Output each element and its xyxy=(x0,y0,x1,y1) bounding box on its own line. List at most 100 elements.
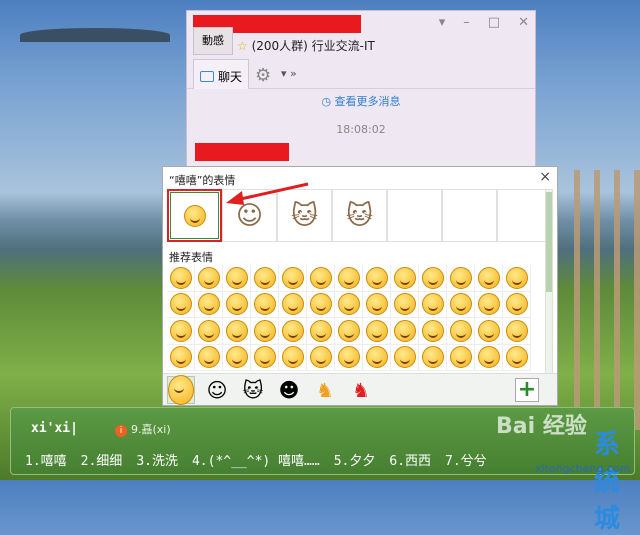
emoji-cell[interactable] xyxy=(419,344,447,371)
emoji-cell[interactable] xyxy=(475,291,503,318)
emoji-cell[interactable] xyxy=(447,291,475,318)
candidate[interactable]: 1.嘻嘻 xyxy=(25,450,67,469)
window-controls: ▾ – □ ✕ xyxy=(439,15,529,30)
emoji-cell[interactable] xyxy=(279,291,307,318)
emoji-cat-2[interactable]: 🐱 xyxy=(332,189,387,242)
emoji-face-icon xyxy=(281,266,304,289)
emoji-cell[interactable] xyxy=(447,344,475,371)
cat-icon: 🐱 xyxy=(242,377,264,402)
emoji-face-icon xyxy=(337,293,360,316)
site-url-watermark: xitongcheng.com xyxy=(535,462,631,475)
emoji-cell[interactable] xyxy=(335,291,363,318)
smile-face-icon xyxy=(168,374,194,405)
emoji-face-icon xyxy=(477,293,500,316)
emoji-cell[interactable] xyxy=(279,265,307,292)
emoji-cell[interactable] xyxy=(503,265,531,292)
emoji-cell[interactable] xyxy=(335,265,363,292)
emoji-cell[interactable] xyxy=(279,344,307,371)
emoji-cell[interactable] xyxy=(503,291,531,318)
emoji-cell[interactable] xyxy=(419,291,447,318)
emoji-cell[interactable] xyxy=(195,291,223,318)
emoji-cell[interactable] xyxy=(251,265,279,292)
emoji-face-icon xyxy=(449,319,472,342)
category-default[interactable] xyxy=(167,374,195,405)
emoji-face-icon xyxy=(337,346,360,369)
candidate[interactable]: 4.(*^__^*) 嘻嘻…… xyxy=(192,450,320,469)
category-rage[interactable]: ☻ xyxy=(275,376,303,404)
emoji-cell[interactable] xyxy=(363,265,391,292)
emoji-cell[interactable] xyxy=(307,291,335,318)
emoji-face-icon xyxy=(365,319,388,342)
emoji-cell[interactable] xyxy=(363,291,391,318)
redacted-sender xyxy=(195,143,289,161)
emoji-cell[interactable] xyxy=(167,265,195,292)
emoji-cell[interactable] xyxy=(391,318,419,345)
scrollbar[interactable] xyxy=(545,189,553,375)
close-icon[interactable]: ✕ xyxy=(518,15,529,30)
emoji-cell[interactable] xyxy=(223,318,251,345)
emoji-cell[interactable] xyxy=(503,318,531,345)
candidate[interactable]: 6.西西 xyxy=(389,450,431,469)
more-tabs-icon[interactable]: ▾ » xyxy=(281,67,297,80)
emoji-cell[interactable] xyxy=(391,291,419,318)
emoji-cell[interactable] xyxy=(335,344,363,371)
emoji-face-icon xyxy=(197,319,220,342)
emoji-cell[interactable] xyxy=(335,318,363,345)
category-tiger[interactable]: ♞ xyxy=(311,376,339,404)
emoji-cell[interactable] xyxy=(419,318,447,345)
emoji-smile-selected[interactable] xyxy=(167,189,222,242)
emoji-face-icon xyxy=(421,346,444,369)
emoji-cell[interactable] xyxy=(251,344,279,371)
emoji-cell[interactable] xyxy=(447,318,475,345)
emoji-cell[interactable] xyxy=(363,344,391,371)
minimize-icon[interactable]: – xyxy=(463,15,470,30)
emoji-cell[interactable] xyxy=(475,265,503,292)
category-fox[interactable]: ♞ xyxy=(347,376,375,404)
emoji-cell[interactable] xyxy=(251,318,279,345)
emoji-face-icon xyxy=(225,319,248,342)
emoji-cell[interactable] xyxy=(279,318,307,345)
emoji-cell[interactable] xyxy=(167,318,195,345)
emoji-cell[interactable] xyxy=(195,318,223,345)
candidate[interactable]: 7.兮兮 xyxy=(445,450,487,469)
emoji-face-icon xyxy=(505,293,528,316)
hint-text: 9.嚞(xi) xyxy=(131,423,171,436)
emoji-cell[interactable] xyxy=(251,291,279,318)
emoji-cell[interactable] xyxy=(363,318,391,345)
tab-chat[interactable]: 聊天 xyxy=(193,59,249,89)
view-more-messages-link[interactable]: ◷ 查看更多消息 xyxy=(187,93,535,109)
emoji-cell[interactable] xyxy=(195,344,223,371)
emoji-cell[interactable] xyxy=(447,265,475,292)
emoji-cell[interactable] xyxy=(503,344,531,371)
emoji-cell[interactable] xyxy=(419,265,447,292)
emoji-cell[interactable] xyxy=(475,318,503,345)
scroll-thumb[interactable] xyxy=(546,192,552,292)
group-avatar[interactable]: 動感 xyxy=(193,27,233,55)
candidate[interactable]: 3.洗洗 xyxy=(136,450,178,469)
panel-close-icon[interactable]: × xyxy=(539,169,551,185)
emoji-cell[interactable] xyxy=(391,344,419,371)
emoji-cell[interactable] xyxy=(223,265,251,292)
add-emoji-button[interactable]: + xyxy=(515,378,539,402)
candidate[interactable]: 5.夕夕 xyxy=(334,450,376,469)
category-cat[interactable]: 🐱 xyxy=(239,376,267,404)
emoji-cell[interactable] xyxy=(167,291,195,318)
emoji-cell[interactable] xyxy=(307,318,335,345)
category-kid[interactable]: ☺ xyxy=(203,376,231,404)
emoji-cell[interactable] xyxy=(223,291,251,318)
maximize-icon[interactable]: □ xyxy=(488,15,500,30)
pinyin-input[interactable]: xi'xi| xyxy=(31,421,78,436)
emoji-cell[interactable] xyxy=(223,344,251,371)
emoji-cell[interactable] xyxy=(391,265,419,292)
candidate[interactable]: 2.细细 xyxy=(81,450,123,469)
message-timestamp: 18:08:02 xyxy=(336,123,386,136)
emoji-cell[interactable] xyxy=(167,344,195,371)
emoji-cell[interactable] xyxy=(307,344,335,371)
dropdown-icon[interactable]: ▾ xyxy=(439,15,446,30)
emoji-face-icon xyxy=(505,266,528,289)
emoji-cell[interactable] xyxy=(475,344,503,371)
emoji-cell[interactable] xyxy=(307,265,335,292)
gear-icon[interactable]: ⚙ xyxy=(255,65,271,86)
emoji-grid xyxy=(167,265,531,371)
emoji-cell[interactable] xyxy=(195,265,223,292)
